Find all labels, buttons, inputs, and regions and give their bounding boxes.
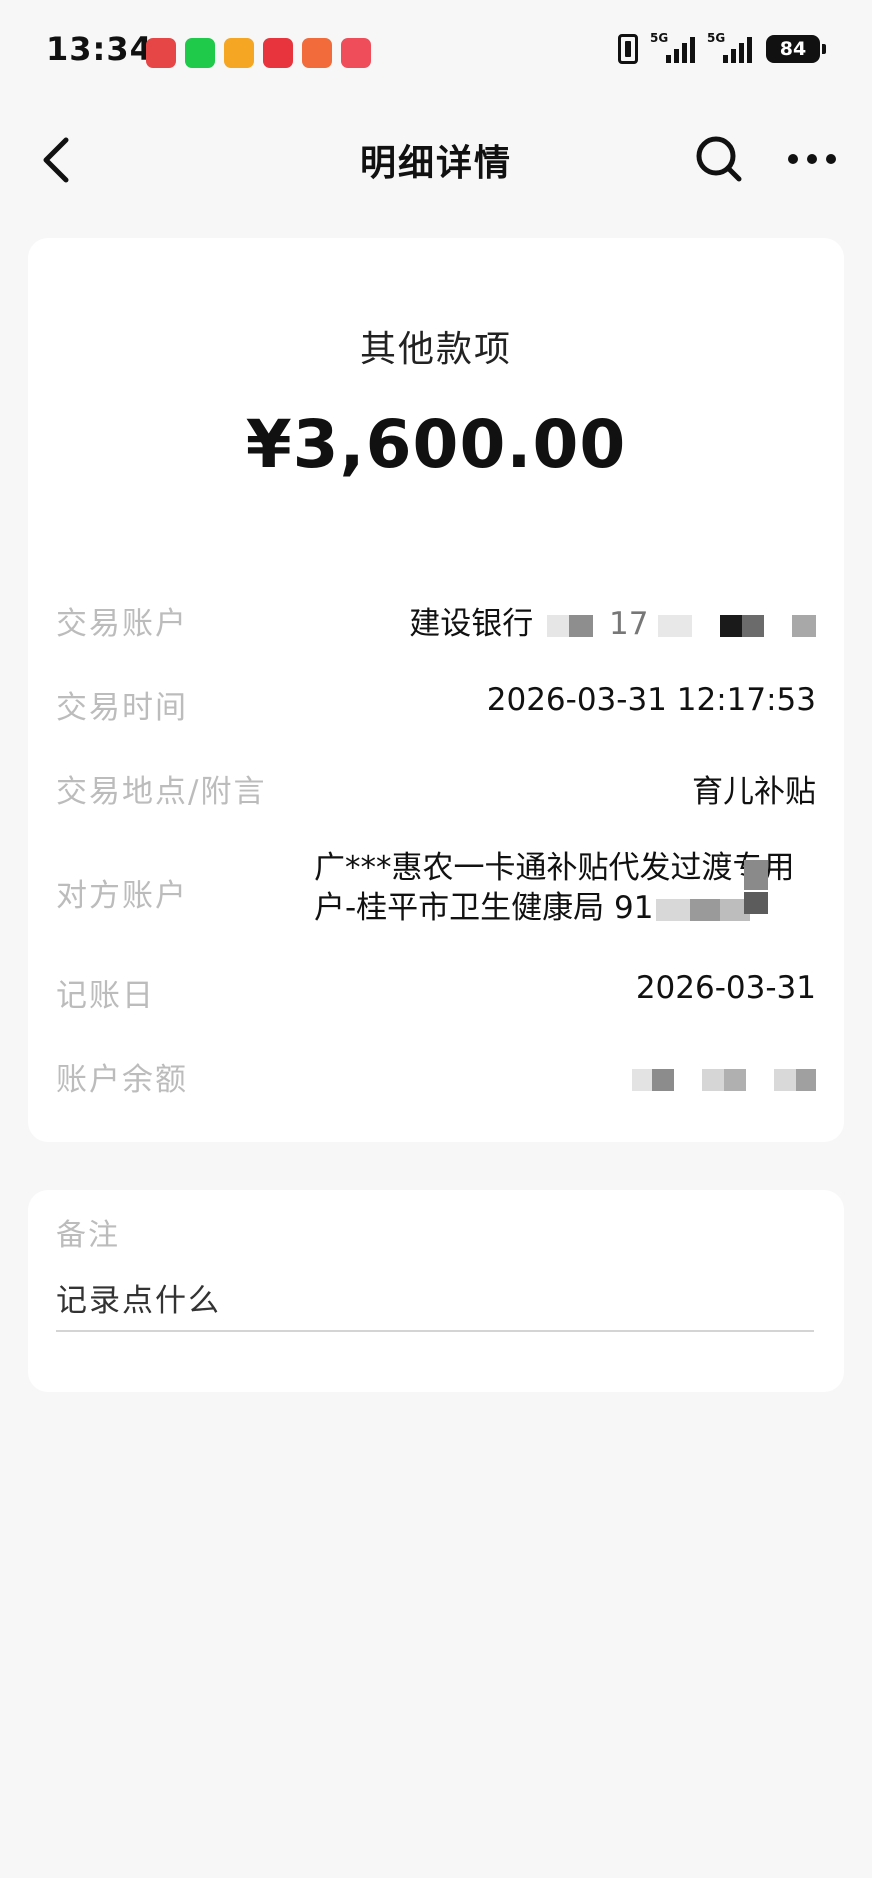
- location-value: 育儿补贴: [692, 774, 816, 810]
- note-input[interactable]: [56, 1272, 814, 1332]
- app-icon: [302, 38, 332, 68]
- app-icon: [146, 38, 176, 68]
- status-time: 13:34: [46, 30, 153, 68]
- note-card: 备注: [28, 1190, 844, 1392]
- notification-app-icons: [146, 38, 371, 68]
- posting-date-value: 2026-03-31: [635, 970, 816, 1006]
- transaction-detail-card: 其他款项 ¥3,600.00 交易账户 建设银行 17 交易时间 2026-03…: [28, 238, 844, 1142]
- balance-label: 账户余额: [56, 1062, 188, 1098]
- note-label: 备注: [56, 1218, 120, 1253]
- status-bar: 13:34 5G 5G 84: [0, 0, 872, 100]
- app-icon: [185, 38, 215, 68]
- location-label: 交易地点/附言: [56, 774, 267, 810]
- network-type-label: 5G: [707, 31, 726, 45]
- balance-value-redacted: [632, 1060, 816, 1096]
- redacted-block: [632, 1068, 675, 1091]
- redacted-block: [744, 860, 768, 914]
- more-icon[interactable]: [786, 150, 838, 168]
- battery-icon: 84: [766, 35, 826, 63]
- redacted-block: [720, 614, 765, 637]
- app-icon: [224, 38, 254, 68]
- app-icon: [341, 38, 371, 68]
- status-indicators: 5G 5G 84: [618, 31, 826, 64]
- counterparty-label: 对方账户: [56, 878, 188, 914]
- redacted-block: [774, 1068, 816, 1091]
- time-label: 交易时间: [56, 690, 188, 726]
- signal-icon: 5G: [650, 31, 695, 63]
- network-type-label: 5G: [650, 31, 669, 45]
- transaction-category: 其他款项: [359, 329, 512, 370]
- time-value: 2026-03-31 12:17:53: [486, 682, 816, 718]
- posting-date-label: 记账日: [56, 978, 155, 1014]
- counterparty-line-2: 户-桂平市卫生健康局 91: [314, 890, 654, 926]
- redacted-block: [655, 898, 750, 921]
- app-header: 明细详情: [0, 110, 872, 210]
- bank-name: 建设银行: [409, 606, 534, 642]
- search-icon[interactable]: [694, 134, 744, 184]
- account-number-partial: 17: [608, 606, 649, 642]
- account-value: 建设银行 17: [409, 598, 816, 643]
- transaction-amount: ¥3,600.00: [245, 406, 627, 483]
- signal-icon: 5G: [707, 31, 752, 63]
- vibrate-icon: [618, 34, 638, 64]
- redacted-block: [792, 614, 816, 637]
- app-icon: [263, 38, 293, 68]
- counterparty-value: 广***惠农一卡通补贴代发过渡专用 户-桂平市卫生健康局 91: [314, 848, 824, 928]
- redacted-block: [702, 1068, 747, 1091]
- account-label: 交易账户: [56, 606, 188, 642]
- redacted-block: [658, 614, 693, 637]
- redacted-block: [547, 614, 594, 637]
